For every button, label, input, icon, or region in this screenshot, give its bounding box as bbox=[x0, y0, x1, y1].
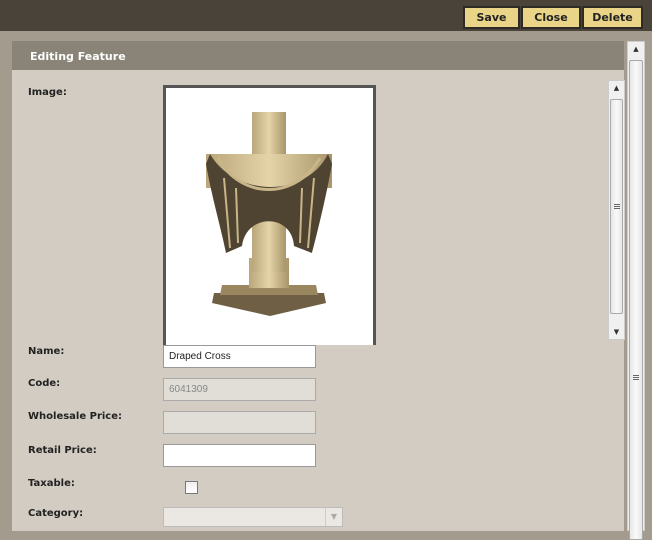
chevron-down-icon[interactable]: ▼ bbox=[325, 508, 342, 526]
feature-image[interactable] bbox=[163, 85, 376, 345]
retail-price-input[interactable] bbox=[163, 444, 316, 467]
category-select[interactable]: ▼ bbox=[163, 507, 343, 527]
taxable-label: Taxable: bbox=[28, 478, 75, 489]
grip-icon bbox=[613, 204, 620, 209]
image-label: Image: bbox=[28, 87, 67, 98]
name-label: Name: bbox=[28, 346, 65, 357]
scroll-up-arrow-icon[interactable]: ▲ bbox=[609, 84, 624, 92]
scroll-down-arrow-icon[interactable]: ▼ bbox=[609, 328, 624, 336]
retail-price-label: Retail Price: bbox=[28, 445, 97, 456]
grip-icon bbox=[633, 375, 639, 380]
taxable-checkbox[interactable] bbox=[185, 481, 198, 494]
wholesale-price-input[interactable] bbox=[163, 411, 316, 434]
delete-button[interactable]: Delete bbox=[582, 6, 643, 29]
scroll-up-arrow-icon[interactable]: ▲ bbox=[628, 45, 644, 53]
close-button[interactable]: Close bbox=[521, 6, 581, 29]
draped-cross-image bbox=[206, 112, 332, 316]
code-input[interactable]: 6041309 bbox=[163, 378, 316, 401]
panel-title: Editing Feature bbox=[12, 41, 624, 70]
category-label: Category: bbox=[28, 508, 84, 519]
name-input[interactable]: Draped Cross bbox=[163, 345, 316, 368]
save-button[interactable]: Save bbox=[463, 6, 520, 29]
image-scrollbar[interactable]: ▲ ▼ bbox=[608, 80, 625, 340]
code-label: Code: bbox=[28, 378, 61, 389]
scrollbar-thumb[interactable] bbox=[629, 60, 643, 540]
wholesale-price-label: Wholesale Price: bbox=[28, 411, 123, 422]
scrollbar-thumb[interactable] bbox=[610, 99, 623, 314]
top-toolbar: Save Close Delete bbox=[0, 0, 652, 31]
page-scrollbar[interactable]: ▲ bbox=[627, 41, 645, 540]
